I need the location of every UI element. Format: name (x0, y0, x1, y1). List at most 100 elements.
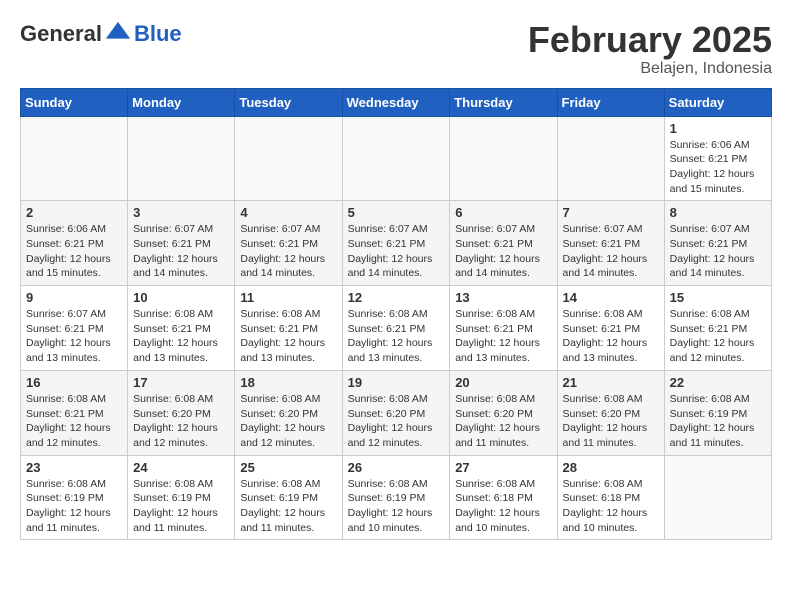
calendar-cell: 24 Sunrise: 6:08 AM Sunset: 6:19 PM Dayli… (128, 455, 235, 540)
calendar-cell: 19 Sunrise: 6:08 AM Sunset: 6:20 PM Dayli… (342, 370, 450, 455)
day-info: Sunrise: 6:06 AM Sunset: 6:21 PM Dayligh… (670, 138, 766, 197)
calendar-cell: 14 Sunrise: 6:08 AM Sunset: 6:21 PM Dayli… (557, 286, 664, 371)
day-number: 10 (133, 290, 229, 305)
calendar-cell: 2 Sunrise: 6:06 AM Sunset: 6:21 PM Daylig… (21, 201, 128, 286)
day-number: 24 (133, 460, 229, 475)
calendar-cell: 8 Sunrise: 6:07 AM Sunset: 6:21 PM Daylig… (664, 201, 771, 286)
weekday-header-thursday: Thursday (450, 88, 557, 116)
day-info: Sunrise: 6:07 AM Sunset: 6:21 PM Dayligh… (133, 222, 229, 281)
calendar-cell (21, 116, 128, 201)
day-info: Sunrise: 6:07 AM Sunset: 6:21 PM Dayligh… (455, 222, 551, 281)
day-number: 25 (240, 460, 336, 475)
calendar-cell: 21Sunrise: 6:08 AM Sunset: 6:20 PM Dayli… (557, 370, 664, 455)
day-info: Sunrise: 6:07 AM Sunset: 6:21 PM Dayligh… (670, 222, 766, 281)
day-number: 27 (455, 460, 551, 475)
weekday-header-monday: Monday (128, 88, 235, 116)
calendar-cell (664, 455, 771, 540)
day-info: Sunrise: 6:07 AM Sunset: 6:21 PM Dayligh… (240, 222, 336, 281)
calendar-cell (450, 116, 557, 201)
day-number: 14 (563, 290, 659, 305)
calendar-cell: 22 Sunrise: 6:08 AM Sunset: 6:19 PM Dayli… (664, 370, 771, 455)
day-number: 2 (26, 205, 122, 220)
day-info: Sunrise: 6:08 AM Sunset: 6:19 PM Dayligh… (133, 477, 229, 536)
day-number: 19 (348, 375, 445, 390)
day-number: 6 (455, 205, 551, 220)
day-number: 17 (133, 375, 229, 390)
day-info: Sunrise: 6:07 AM Sunset: 6:21 PM Dayligh… (348, 222, 445, 281)
calendar-cell: 15 Sunrise: 6:08 AM Sunset: 6:21 PM Dayli… (664, 286, 771, 371)
logo-icon (104, 20, 132, 48)
day-info: Sunrise: 6:08 AM Sunset: 6:18 PM Dayligh… (455, 477, 551, 536)
day-info: Sunrise: 6:08 AM Sunset: 6:20 PM Dayligh… (348, 392, 445, 451)
day-number: 26 (348, 460, 445, 475)
day-info: Sunrise: 6:06 AM Sunset: 6:21 PM Dayligh… (26, 222, 122, 281)
day-info: Sunrise: 6:08 AM Sunset: 6:19 PM Dayligh… (26, 477, 122, 536)
day-number: 21 (563, 375, 659, 390)
calendar-cell (235, 116, 342, 201)
day-info: Sunrise: 6:08 AM Sunset: 6:21 PM Dayligh… (26, 392, 122, 451)
weekday-header-tuesday: Tuesday (235, 88, 342, 116)
day-number: 28 (563, 460, 659, 475)
day-info: Sunrise: 6:08 AM Sunset: 6:19 PM Dayligh… (348, 477, 445, 536)
calendar-cell: 25 Sunrise: 6:08 AM Sunset: 6:19 PM Dayli… (235, 455, 342, 540)
day-number: 9 (26, 290, 122, 305)
day-number: 22 (670, 375, 766, 390)
calendar-cell: 18 Sunrise: 6:08 AM Sunset: 6:20 PM Dayli… (235, 370, 342, 455)
title-block: February 2025 Belajen, Indonesia (528, 20, 772, 78)
day-number: 15 (670, 290, 766, 305)
day-info: Sunrise: 6:07 AM Sunset: 6:21 PM Dayligh… (563, 222, 659, 281)
calendar-cell: 3 Sunrise: 6:07 AM Sunset: 6:21 PM Daylig… (128, 201, 235, 286)
calendar-cell: 1Sunrise: 6:06 AM Sunset: 6:21 PM Daylig… (664, 116, 771, 201)
day-info: Sunrise: 6:08 AM Sunset: 6:20 PM Dayligh… (133, 392, 229, 451)
calendar-cell: 7 Sunrise: 6:07 AM Sunset: 6:21 PM Daylig… (557, 201, 664, 286)
day-number: 7 (563, 205, 659, 220)
day-number: 18 (240, 375, 336, 390)
calendar-cell: 27 Sunrise: 6:08 AM Sunset: 6:18 PM Dayli… (450, 455, 557, 540)
calendar-cell: 5 Sunrise: 6:07 AM Sunset: 6:21 PM Daylig… (342, 201, 450, 286)
weekday-header-row: SundayMondayTuesdayWednesdayThursdayFrid… (21, 88, 772, 116)
day-number: 16 (26, 375, 122, 390)
day-number: 11 (240, 290, 336, 305)
calendar-cell: 13Sunrise: 6:08 AM Sunset: 6:21 PM Dayli… (450, 286, 557, 371)
day-info: Sunrise: 6:08 AM Sunset: 6:20 PM Dayligh… (240, 392, 336, 451)
calendar-cell: 6 Sunrise: 6:07 AM Sunset: 6:21 PM Daylig… (450, 201, 557, 286)
calendar-cell: 17 Sunrise: 6:08 AM Sunset: 6:20 PM Dayli… (128, 370, 235, 455)
day-info: Sunrise: 6:08 AM Sunset: 6:20 PM Dayligh… (455, 392, 551, 451)
weekday-header-wednesday: Wednesday (342, 88, 450, 116)
calendar-week-5: 23 Sunrise: 6:08 AM Sunset: 6:19 PM Dayli… (21, 455, 772, 540)
day-number: 5 (348, 205, 445, 220)
day-info: Sunrise: 6:08 AM Sunset: 6:19 PM Dayligh… (240, 477, 336, 536)
logo-blue: Blue (134, 21, 182, 46)
calendar-week-4: 16 Sunrise: 6:08 AM Sunset: 6:21 PM Dayli… (21, 370, 772, 455)
calendar-table: SundayMondayTuesdayWednesdayThursdayFrid… (20, 88, 772, 541)
calendar-cell (128, 116, 235, 201)
day-info: Sunrise: 6:08 AM Sunset: 6:21 PM Dayligh… (133, 307, 229, 366)
day-number: 23 (26, 460, 122, 475)
day-info: Sunrise: 6:08 AM Sunset: 6:19 PM Dayligh… (670, 392, 766, 451)
day-number: 4 (240, 205, 336, 220)
calendar-cell: 11Sunrise: 6:08 AM Sunset: 6:21 PM Dayli… (235, 286, 342, 371)
logo-general: General (20, 21, 102, 47)
day-number: 3 (133, 205, 229, 220)
calendar-cell (557, 116, 664, 201)
day-info: Sunrise: 6:08 AM Sunset: 6:21 PM Dayligh… (670, 307, 766, 366)
location-title: Belajen, Indonesia (528, 60, 772, 78)
day-number: 8 (670, 205, 766, 220)
logo: General Blue (20, 20, 182, 48)
calendar-week-3: 9 Sunrise: 6:07 AM Sunset: 6:21 PM Daylig… (21, 286, 772, 371)
calendar-cell: 12 Sunrise: 6:08 AM Sunset: 6:21 PM Dayli… (342, 286, 450, 371)
calendar-cell: 23 Sunrise: 6:08 AM Sunset: 6:19 PM Dayli… (21, 455, 128, 540)
day-info: Sunrise: 6:07 AM Sunset: 6:21 PM Dayligh… (26, 307, 122, 366)
calendar-cell: 26 Sunrise: 6:08 AM Sunset: 6:19 PM Dayli… (342, 455, 450, 540)
calendar-week-2: 2 Sunrise: 6:06 AM Sunset: 6:21 PM Daylig… (21, 201, 772, 286)
calendar-cell (342, 116, 450, 201)
calendar-cell: 10 Sunrise: 6:08 AM Sunset: 6:21 PM Dayli… (128, 286, 235, 371)
page-header: General Blue February 2025 Belajen, Indo… (20, 20, 772, 78)
day-info: Sunrise: 6:08 AM Sunset: 6:18 PM Dayligh… (563, 477, 659, 536)
day-number: 12 (348, 290, 445, 305)
day-info: Sunrise: 6:08 AM Sunset: 6:21 PM Dayligh… (348, 307, 445, 366)
calendar-cell: 20Sunrise: 6:08 AM Sunset: 6:20 PM Dayli… (450, 370, 557, 455)
day-info: Sunrise: 6:08 AM Sunset: 6:21 PM Dayligh… (563, 307, 659, 366)
calendar-cell: 16 Sunrise: 6:08 AM Sunset: 6:21 PM Dayli… (21, 370, 128, 455)
weekday-header-sunday: Sunday (21, 88, 128, 116)
